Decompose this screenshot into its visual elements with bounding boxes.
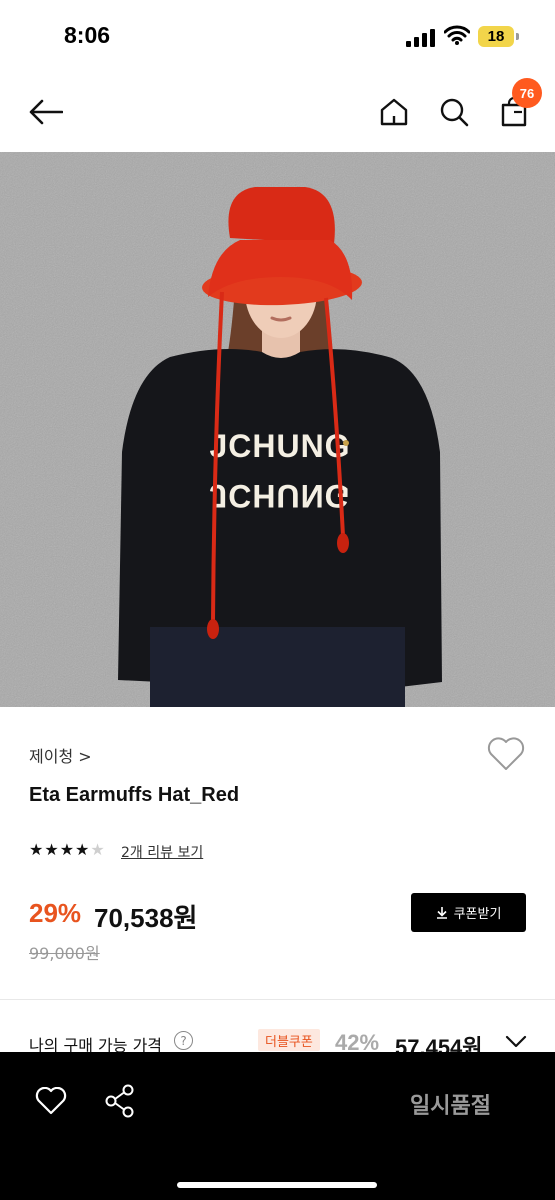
nav-bar (0, 72, 555, 152)
share-icon[interactable] (104, 1084, 136, 1122)
get-coupon-button[interactable]: 쿠폰받기 (411, 893, 526, 932)
product-image[interactable]: JCHUNG JCHUNG (0, 152, 555, 707)
signal-icon (406, 29, 436, 47)
bottom-action-bar: 일시품절 (0, 1052, 555, 1200)
star-rating: ★ ★ ★ ★ ★ (29, 841, 105, 859)
my-price: 57,454원 (395, 1035, 483, 1052)
status-bar: 8:06 18 (0, 0, 555, 72)
home-indicator (177, 1182, 377, 1188)
discount-rate: 29% (29, 898, 82, 928)
home-icon[interactable] (374, 92, 414, 132)
star-icon: ★ (90, 840, 105, 859)
divider (0, 999, 555, 1000)
heart-icon[interactable] (35, 1086, 67, 1119)
battery-indicator: 18 (478, 26, 514, 47)
wifi-icon (443, 25, 471, 49)
brand-link[interactable]: 제이청 > (29, 743, 92, 767)
battery-nub (516, 33, 519, 40)
double-coupon-badge: 더블쿠폰 (258, 1029, 320, 1051)
chevron-down-icon[interactable] (505, 1034, 527, 1052)
download-icon (436, 907, 447, 919)
star-icon: ★ (29, 840, 44, 859)
cart-count-badge: 76 (512, 78, 542, 108)
star-icon: ★ (59, 840, 75, 859)
original-price: 99,000원 (29, 944, 100, 963)
sweater-logo-text: JCHUNG (209, 428, 350, 464)
search-icon[interactable] (434, 92, 474, 132)
wishlist-heart-icon[interactable] (487, 737, 525, 775)
my-price-row[interactable]: 나의 구매 가능 가격 ? 더블쿠폰 42% 57,454원 (0, 1020, 555, 1052)
status-time: 8:06 (64, 22, 111, 48)
back-arrow-icon[interactable] (26, 92, 66, 132)
review-link[interactable]: 2개 리뷰 보기 (121, 842, 203, 862)
sweater-logo-mirror: JCHUNG (209, 478, 350, 514)
coupon-button-label: 쿠폰받기 (453, 906, 502, 921)
star-icon: ★ (44, 840, 59, 859)
product-name: Eta Earmuffs Hat_Red (29, 784, 240, 806)
sold-out-label: 일시품절 (410, 1094, 491, 1119)
model-illustration: JCHUNG JCHUNG (0, 152, 555, 707)
star-icon: ★ (75, 840, 90, 859)
help-icon[interactable]: ? (174, 1031, 193, 1050)
my-price-label: 나의 구매 가능 가격 (29, 1036, 163, 1052)
my-discount-rate: 42% (335, 1030, 380, 1052)
sale-price: 70,538원 (94, 903, 198, 933)
